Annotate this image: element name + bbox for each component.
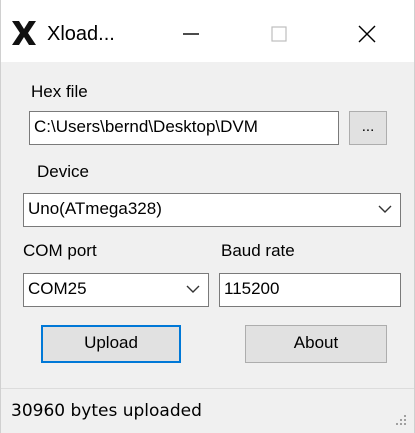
status-text: 30960 bytes uploaded [11,401,202,421]
minimize-icon [183,33,199,35]
baud-rate-input[interactable]: 115200 [219,273,401,307]
upload-button[interactable]: Upload [41,325,181,363]
xload-window: Xload... Hex file C:\Users\bernd\Desktop… [0,0,415,433]
device-label: Device [37,162,89,181]
x-logo-icon [12,21,36,45]
about-button[interactable]: About [245,325,387,363]
device-select[interactable]: Uno(ATmega328) [23,193,401,227]
window-title: Xload... [47,23,115,45]
status-bar: 30960 bytes uploaded [1,388,414,433]
com-port-select[interactable]: COM25 [23,273,209,307]
com-port-label: COM port [23,241,97,260]
chevron-down-icon [186,285,200,293]
minimize-button[interactable] [161,14,221,54]
device-selected-value: Uno(ATmega328) [28,199,162,218]
browse-button[interactable]: ... [349,111,387,145]
com-port-selected-value: COM25 [28,279,87,298]
hex-file-label: Hex file [31,82,88,101]
title-bar[interactable]: Xload... [1,0,414,62]
hex-file-input[interactable]: C:\Users\bernd\Desktop\DVM [29,111,339,145]
close-button[interactable] [337,14,397,54]
chevron-down-icon [378,205,392,213]
baud-rate-label: Baud rate [221,241,295,260]
maximize-button[interactable] [249,14,309,54]
close-icon [358,25,376,43]
maximize-icon [271,26,287,42]
resize-grip-icon[interactable] [394,413,408,427]
